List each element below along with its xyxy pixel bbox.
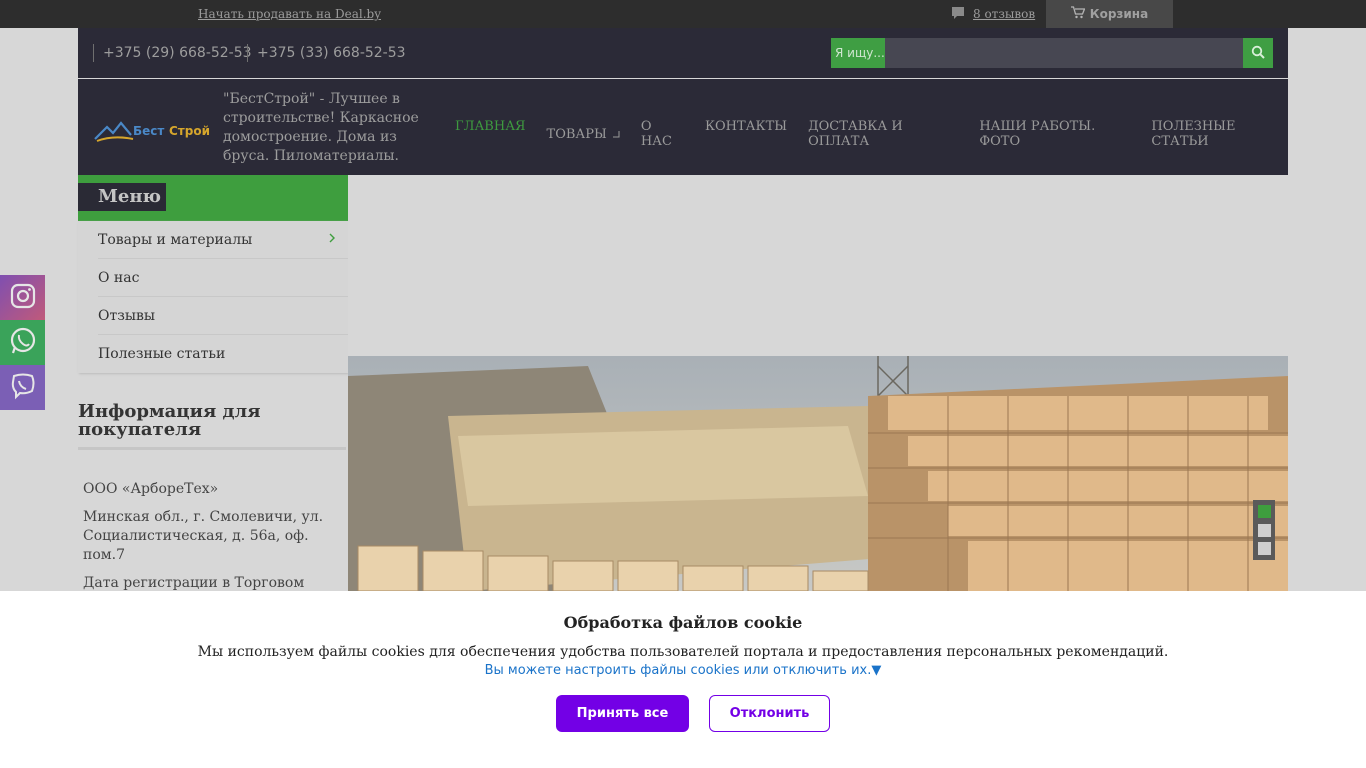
search-icon: [1251, 44, 1265, 63]
viber-icon: [8, 371, 38, 405]
nav-articles[interactable]: ПОЛЕЗНЫЕ СТАТЬИ: [1151, 119, 1288, 149]
cookie-text: Мы используем файлы cookies для обеспече…: [197, 644, 1169, 660]
reviews-count[interactable]: 8 отзывов: [973, 7, 1035, 21]
sidebar-menu-header: Меню: [78, 175, 348, 221]
top-bar: Начать продавать на Deal.by 8 отзывов Ко…: [0, 0, 1366, 28]
phone-1[interactable]: +375 (29) 668-52-53: [93, 44, 252, 62]
slider-dot-2[interactable]: [1257, 523, 1271, 537]
search-input[interactable]: [885, 38, 1243, 68]
accept-all-button[interactable]: Принять все: [556, 695, 689, 732]
sidebar-item-label: О нас: [98, 269, 140, 286]
nav-about[interactable]: О НАС: [641, 119, 684, 149]
site-logo[interactable]: Бест Строй: [93, 115, 213, 145]
buyer-info-title: Информация для покупателя: [78, 403, 346, 450]
sidebar-item-articles[interactable]: Полезные статьи: [98, 335, 348, 373]
start-selling-link[interactable]: Начать продавать на Deal.by: [198, 7, 381, 21]
comment-icon: [951, 6, 965, 23]
slider-dot-3[interactable]: [1257, 541, 1271, 555]
slider-dots: [1253, 500, 1275, 560]
decline-button[interactable]: Отклонить: [709, 695, 830, 732]
nav-contacts[interactable]: КОНТАКТЫ: [705, 119, 787, 149]
site-tagline: "БестСтрой" - Лучшее в строительстве! Ка…: [223, 91, 419, 164]
cart-button[interactable]: Корзина: [1046, 0, 1173, 28]
company-name: ООО «АрбореТех»: [83, 481, 219, 497]
cart-label: Корзина: [1089, 7, 1149, 21]
header-nav: Бест Строй "БестСтрой" - Лучшее в строит…: [78, 79, 1288, 175]
sidebar-item-reviews[interactable]: Отзывы: [98, 297, 348, 335]
cart-icon: [1070, 6, 1086, 22]
sidebar-menu: Товары и материалы О нас Отзывы Полезные…: [78, 221, 348, 373]
cookie-title: Обработка файлов cookie: [563, 613, 803, 632]
dropdown-corner-icon: [612, 127, 620, 142]
instagram-link[interactable]: [0, 275, 45, 320]
slider-dot-1[interactable]: [1257, 505, 1271, 519]
sidebar-item-label: Товары и материалы: [98, 231, 253, 248]
instagram-icon: [9, 282, 37, 314]
nav-home[interactable]: ГЛАВНАЯ: [455, 119, 526, 149]
cookie-banner: Обработка файлов cookie Мы используем фа…: [0, 591, 1366, 768]
nav-products-label: ТОВАРЫ: [546, 126, 607, 142]
slider-top-area: [348, 175, 1288, 356]
search-label: Я ищу...: [831, 38, 885, 68]
sidebar-item-label: Отзывы: [98, 307, 156, 324]
sidebar-menu-title: Меню: [78, 183, 166, 211]
reviews-link[interactable]: 8 отзывов: [951, 6, 1035, 22]
company-address: Минская обл., г. Смолевичи, ул. Социалис…: [83, 509, 324, 563]
sidebar-item-products[interactable]: Товары и материалы: [98, 221, 348, 259]
search-button[interactable]: [1243, 38, 1273, 68]
search-bar: Я ищу...: [831, 38, 1273, 68]
sidebar-item-about[interactable]: О нас: [98, 259, 348, 297]
hero-slide-image[interactable]: [348, 356, 1288, 591]
chevron-right-icon: [328, 232, 336, 248]
main-nav: ГЛАВНАЯ ТОВАРЫ О НАС КОНТАКТЫ ДОСТАВКА И…: [455, 119, 1288, 149]
nav-delivery[interactable]: ДОСТАВКА И ОПЛАТА: [808, 119, 958, 149]
whatsapp-link[interactable]: [0, 320, 45, 365]
nav-products[interactable]: ТОВАРЫ: [547, 119, 620, 149]
svg-text:Бест: Бест: [133, 124, 164, 138]
whatsapp-icon: [8, 326, 38, 360]
nav-works-photo[interactable]: НАШИ РАБОТЫ. ФОТО: [979, 119, 1130, 149]
svg-text:Строй: Строй: [169, 124, 210, 138]
cookie-settings-link[interactable]: Вы можете настроить файлы cookies или от…: [0, 663, 1366, 678]
sidebar-item-label: Полезные статьи: [98, 346, 226, 362]
phone-2[interactable]: +375 (33) 668-52-53: [247, 44, 406, 62]
viber-link[interactable]: [0, 365, 45, 410]
header-contacts: +375 (29) 668-52-53 +375 (33) 668-52-53 …: [78, 28, 1288, 78]
